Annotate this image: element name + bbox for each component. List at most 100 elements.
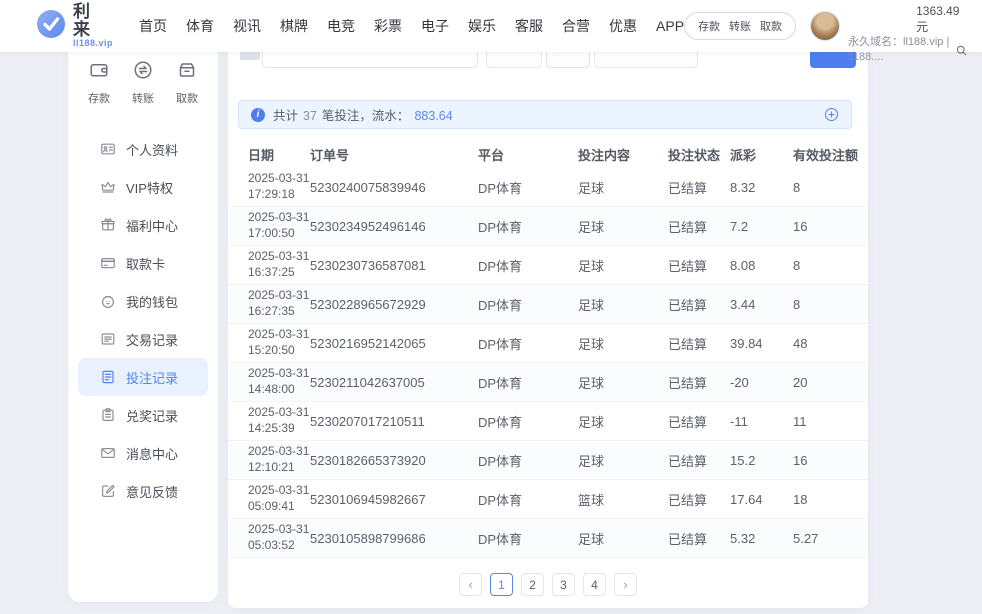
- sidebar-item-label: 福利中心: [126, 216, 178, 235]
- cell-platform: DP体育: [478, 256, 578, 275]
- next-page-button[interactable]: ›: [614, 573, 637, 596]
- avatar[interactable]: [810, 11, 840, 41]
- total-assets: 总资产：1363.49元: [916, 0, 968, 35]
- cell-platform: DP体育: [478, 334, 578, 353]
- bets-table: 日期订单号平台投注内容投注状态派彩有效投注额 2025-03-3117:29:1…: [228, 140, 868, 558]
- sidebar-item[interactable]: 意见反馈: [78, 472, 208, 510]
- sidebar-item[interactable]: 兑奖记录: [78, 396, 208, 434]
- cell-order: 5230228965672929: [310, 297, 478, 312]
- cell-platform: DP体育: [478, 412, 578, 431]
- search-icon[interactable]: [955, 44, 968, 57]
- logo[interactable]: 利 来 ll188.vip: [36, 3, 113, 48]
- table-header: 日期订单号平台投注内容投注状态派彩有效投注额: [228, 140, 868, 168]
- cell-status: 已结算: [668, 373, 730, 392]
- table-row: 2025-03-3117:00:505230234952496146DP体育足球…: [228, 207, 868, 246]
- nav-item[interactable]: APP: [656, 18, 684, 34]
- cell-valid: 8: [793, 297, 858, 312]
- summary-prefix: 共计: [273, 105, 298, 124]
- sidebar-item[interactable]: 消息中心: [78, 434, 208, 472]
- table-body: 2025-03-3117:29:185230240075839946DP体育足球…: [228, 168, 868, 558]
- sidebar-item[interactable]: 交易记录: [78, 320, 208, 358]
- page-button[interactable]: 4: [583, 573, 606, 596]
- sidebar-item[interactable]: 取款卡: [78, 244, 208, 282]
- cell-payout: 17.64: [730, 492, 793, 507]
- table-row: 2025-03-3112:10:215230182665373920DP体育足球…: [228, 441, 868, 480]
- sidebar-item[interactable]: VIP特权: [78, 168, 208, 206]
- logo-domain: ll188.vip: [73, 39, 113, 48]
- quick-action[interactable]: 取款: [176, 60, 198, 106]
- permanent-domain: 永久域名：ll188.vip | ll188....: [848, 35, 951, 65]
- nav-item[interactable]: 电竞: [327, 16, 355, 36]
- feedback-icon: [100, 483, 116, 499]
- cell-order: 5230211042637005: [310, 375, 478, 390]
- nav-item[interactable]: 首页: [139, 16, 167, 36]
- cell-order: 5230105898799686: [310, 531, 478, 546]
- plus-circle-icon[interactable]: [824, 107, 839, 122]
- page-button[interactable]: 1: [490, 573, 513, 596]
- pill-action[interactable]: 取款: [760, 18, 782, 34]
- sidebar-item[interactable]: 我的钱包: [78, 282, 208, 320]
- cell-payout: 3.44: [730, 297, 793, 312]
- cell-status: 已结算: [668, 295, 730, 314]
- top-header: 利 来 ll188.vip 首页体育视讯棋牌电竞彩票电子娱乐客服合营优惠APP …: [0, 0, 982, 52]
- transactions-icon: [100, 331, 116, 347]
- cell-date: 2025-03-3114:48:00: [248, 366, 310, 398]
- pill-action[interactable]: 存款: [698, 18, 720, 34]
- cell-status: 已结算: [668, 451, 730, 470]
- column-header: 投注内容: [578, 145, 668, 164]
- prizes-icon: [100, 407, 116, 423]
- cell-payout: 8.32: [730, 180, 793, 195]
- nav-item[interactable]: 娱乐: [468, 16, 496, 36]
- sidebar-item[interactable]: 福利中心: [78, 206, 208, 244]
- top-nav: 首页体育视讯棋牌电竞彩票电子娱乐客服合营优惠 APP: [139, 16, 684, 36]
- cell-date: 2025-03-3116:27:35: [248, 288, 310, 320]
- sidebar-item-label: 消息中心: [126, 444, 178, 463]
- user-info[interactable]: anxin3399 总资产：1363.49元 永久域名：ll188.vip | …: [810, 0, 968, 65]
- prev-page-button[interactable]: ‹: [459, 573, 482, 596]
- cell-status: 已结算: [668, 490, 730, 509]
- page-button[interactable]: 3: [552, 573, 575, 596]
- user-line-1: anxin3399 总资产：1363.49元: [848, 0, 968, 35]
- cell-valid: 8: [793, 180, 858, 195]
- quick-action-label: 存款: [88, 90, 110, 106]
- cell-valid: 8: [793, 258, 858, 273]
- cell-payout: -20: [730, 375, 793, 390]
- sidebar-item[interactable]: 投注记录: [78, 358, 208, 396]
- nav-item[interactable]: 体育: [186, 16, 214, 36]
- cell-order: 5230234952496146: [310, 219, 478, 234]
- cell-order: 5230230736587081: [310, 258, 478, 273]
- quick-action-label: 转账: [132, 90, 154, 106]
- sidebar: 存款 转账 取款 个人资料VIP特权福利中心取款卡我的钱包交易记录投注记录兑奖记录消…: [68, 40, 218, 602]
- sidebar-item[interactable]: 个人资料: [78, 130, 208, 168]
- page-button[interactable]: 2: [521, 573, 544, 596]
- cell-status: 已结算: [668, 178, 730, 197]
- quick-action[interactable]: 转账: [132, 60, 154, 106]
- nav-item[interactable]: 客服: [515, 16, 543, 36]
- cell-platform: DP体育: [478, 295, 578, 314]
- transfer-icon: [133, 60, 153, 85]
- cell-date: 2025-03-3114:25:39: [248, 405, 310, 437]
- nav-item[interactable]: 合营: [562, 16, 590, 36]
- column-header: 订单号: [310, 145, 478, 164]
- quick-action[interactable]: 存款: [88, 60, 110, 106]
- column-header: 有效投注额: [793, 145, 858, 164]
- cell-status: 已结算: [668, 217, 730, 236]
- nav-item[interactable]: 彩票: [374, 16, 402, 36]
- nav-item[interactable]: 电子: [421, 16, 449, 36]
- pill-action[interactable]: 转账: [729, 18, 751, 34]
- welfare-icon: [100, 217, 116, 233]
- cell-valid: 16: [793, 453, 858, 468]
- cell-payout: 8.08: [730, 258, 793, 273]
- nav-item[interactable]: 视讯: [233, 16, 261, 36]
- cell-status: 已结算: [668, 256, 730, 275]
- summary-flow: 883.64: [414, 109, 452, 123]
- sidebar-item-label: 我的钱包: [126, 292, 178, 311]
- nav-item[interactable]: 优惠: [609, 16, 637, 36]
- summary-count: 37: [303, 109, 317, 123]
- table-row: 2025-03-3116:27:355230228965672929DP体育足球…: [228, 285, 868, 324]
- logo-name: 利 来: [73, 3, 113, 39]
- summary-text: 共计 37 笔投注，流水： 883.64: [273, 105, 453, 124]
- cell-date: 2025-03-3105:03:52: [248, 522, 310, 554]
- cell-order: 5230240075839946: [310, 180, 478, 195]
- nav-item[interactable]: 棋牌: [280, 16, 308, 36]
